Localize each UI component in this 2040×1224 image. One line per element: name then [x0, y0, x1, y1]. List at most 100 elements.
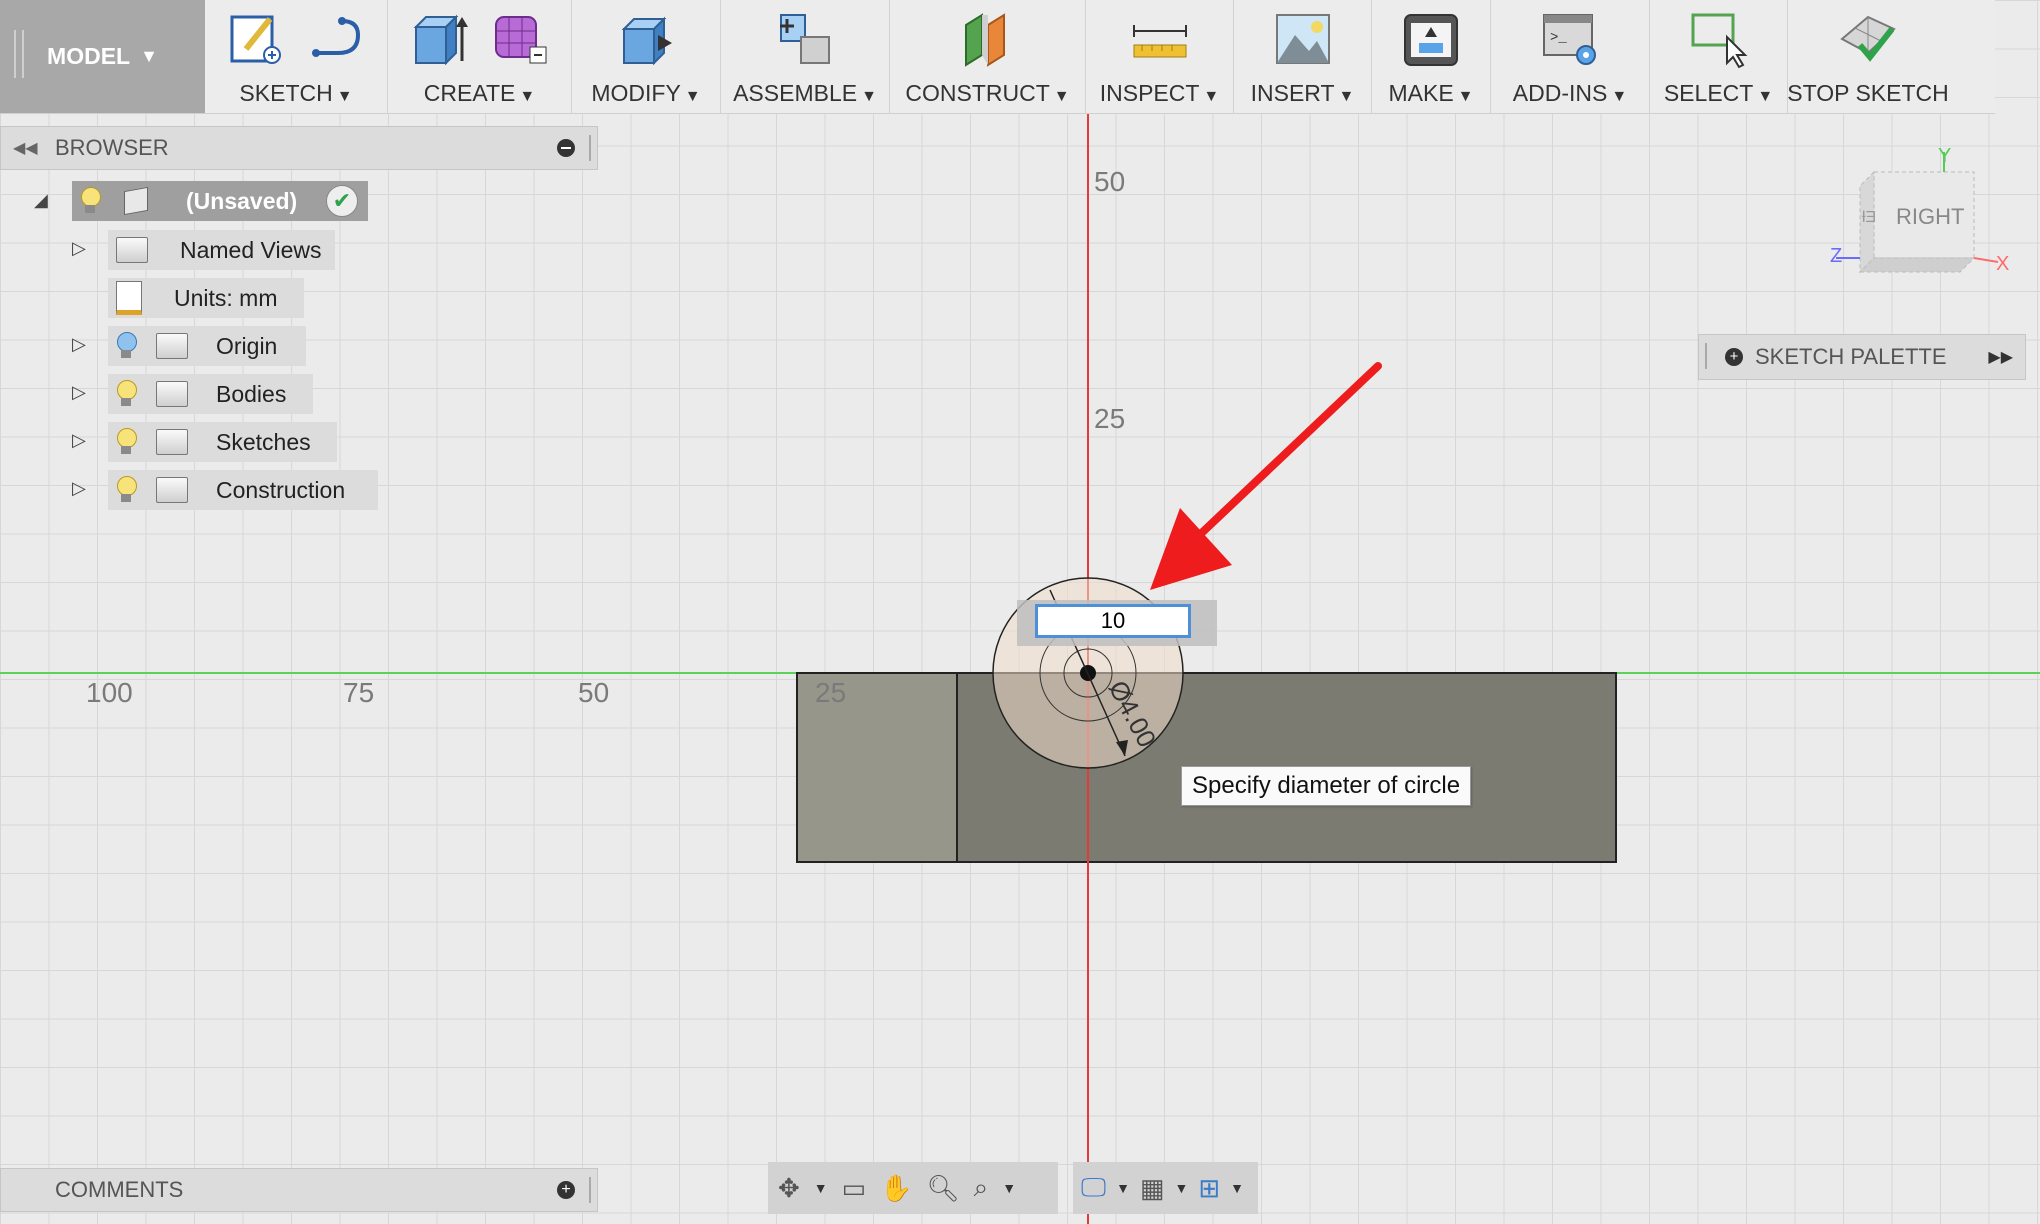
- toolbar-group-addins[interactable]: >_ ADD-INS ▼: [1491, 0, 1650, 113]
- folder-icon: [156, 381, 188, 407]
- chevron-down-icon: ▼: [519, 88, 536, 105]
- main-toolbar: MODEL ▼ SKETCH ▼ CREATE ▼ MODIFY ▼ ASSEMBLE…: [0, 0, 1995, 114]
- inspect-menu-label: INSPECT: [1099, 80, 1200, 106]
- expand-arrow-icon[interactable]: ▷: [72, 334, 86, 355]
- active-check-icon[interactable]: ✔: [326, 185, 358, 217]
- view-cube-back-label: ƚƎ: [1862, 209, 1876, 226]
- addins-menu-label: ADD-INS: [1512, 80, 1608, 106]
- folder-icon: [156, 333, 188, 359]
- axis-label-x25: 25: [815, 677, 847, 708]
- diameter-input[interactable]: [1035, 604, 1191, 638]
- chevron-down-icon[interactable]: ▼: [1002, 1180, 1016, 1196]
- orbit-icon[interactable]: ✥: [778, 1173, 800, 1204]
- toolbar-group-construct[interactable]: CONSTRUCT ▼: [890, 0, 1086, 113]
- collapse-panel-icon[interactable]: ◀◀: [13, 138, 43, 158]
- grid-settings-icon[interactable]: ▦: [1140, 1173, 1165, 1204]
- create-sketch-icon[interactable]: [226, 9, 286, 69]
- view-cube-face-label: RIGHT: [1896, 204, 1964, 229]
- tooltip: Specify diameter of circle: [1181, 766, 1472, 806]
- tree-item-named-views[interactable]: Named Views: [108, 230, 335, 270]
- select-icon[interactable]: [1689, 9, 1749, 69]
- pan-hand-icon[interactable]: ✋: [880, 1173, 912, 1204]
- toolbar-group-sketch[interactable]: SKETCH ▼: [205, 0, 388, 113]
- toolbar-group-select[interactable]: SELECT ▼: [1650, 0, 1788, 113]
- create-menu-label: CREATE: [423, 80, 516, 106]
- view-cube-x-label: X: [1996, 253, 2009, 275]
- sketch-palette-panel[interactable]: + SKETCH PALETTE ▶▶: [1698, 334, 2026, 380]
- construct-menu-label: CONSTRUCT: [905, 80, 1050, 106]
- zoom-icon[interactable]: 🔍︎: [927, 1173, 960, 1204]
- line-tool-icon[interactable]: [306, 9, 366, 69]
- view-cube-z-label: Z: [1830, 245, 1842, 267]
- toolbar-group-stop-sketch[interactable]: STOP SKETCH: [1787, 0, 1949, 113]
- look-at-icon[interactable]: ▭: [842, 1173, 867, 1204]
- chevron-down-icon[interactable]: ▼: [1116, 1180, 1130, 1196]
- chevron-down-icon: ▼: [861, 88, 877, 105]
- toolbar-group-create[interactable]: CREATE ▼: [388, 0, 572, 113]
- axis-label-y50: 50: [1094, 166, 1126, 197]
- 3d-print-icon[interactable]: [1401, 9, 1461, 69]
- chevron-down-icon: ▼: [1053, 88, 1070, 105]
- axis-label-x50: 50: [578, 677, 610, 708]
- toolbar-group-make[interactable]: MAKE ▼: [1372, 0, 1491, 113]
- visibility-bulb-icon[interactable]: [116, 476, 138, 504]
- visibility-bulb-icon[interactable]: [80, 187, 102, 215]
- form-icon[interactable]: [490, 9, 550, 69]
- chevron-down-icon[interactable]: ▼: [814, 1180, 828, 1196]
- expand-right-icon[interactable]: ▶▶: [1988, 347, 2013, 367]
- offset-plane-icon[interactable]: [958, 9, 1018, 69]
- panel-grip[interactable]: [589, 135, 591, 161]
- toolbar-group-modify[interactable]: MODIFY ▼: [572, 0, 721, 113]
- chevron-down-icon: ▼: [1757, 88, 1774, 105]
- extrude-icon[interactable]: [410, 9, 470, 69]
- minimize-panel-icon[interactable]: [557, 139, 575, 157]
- toolbar-group-assemble[interactable]: ASSEMBLE ▼: [721, 0, 890, 113]
- units-document-icon: [116, 281, 142, 315]
- add-comment-icon[interactable]: +: [557, 1181, 575, 1199]
- new-component-icon[interactable]: [775, 9, 835, 69]
- insert-image-icon[interactable]: [1273, 9, 1333, 69]
- panel-grip[interactable]: [1705, 343, 1707, 369]
- comments-title: COMMENTS: [55, 1177, 184, 1202]
- stop-sketch-icon[interactable]: [1838, 9, 1898, 69]
- folder-icon: [156, 429, 188, 455]
- expand-arrow-icon[interactable]: ▷: [72, 430, 86, 451]
- panel-grip[interactable]: [589, 1177, 591, 1203]
- annotation-arrow-shaft: [1186, 362, 1382, 548]
- select-menu-label: SELECT: [1663, 80, 1754, 106]
- axis-label-x75: 75: [343, 677, 375, 708]
- visibility-bulb-icon[interactable]: [116, 332, 138, 360]
- tree-item-origin[interactable]: Origin: [108, 326, 306, 366]
- browser-panel-header[interactable]: ◀◀ BROWSER: [0, 126, 598, 170]
- toolbar-group-inspect[interactable]: INSPECT ▼: [1086, 0, 1234, 113]
- axis-label-y25: 25: [1094, 403, 1126, 434]
- modify-menu-label: MODIFY: [591, 80, 681, 106]
- sketch-menu-label: SKETCH: [239, 80, 333, 106]
- tree-item-construction[interactable]: Construction: [108, 470, 378, 510]
- scripts-addins-icon[interactable]: >_: [1540, 9, 1600, 69]
- chevron-down-icon[interactable]: ▼: [1175, 1180, 1189, 1196]
- expand-panel-icon[interactable]: +: [1725, 348, 1743, 366]
- visibility-bulb-icon[interactable]: [116, 380, 138, 408]
- visibility-bulb-icon[interactable]: [116, 428, 138, 456]
- tree-item-label: Bodies: [216, 380, 287, 407]
- display-settings-icon[interactable]: 🖵: [1081, 1172, 1106, 1204]
- view-cube[interactable]: RIGHT ƚƎ Z Y X: [1830, 148, 2010, 288]
- toolbar-group-insert[interactable]: INSERT ▼: [1234, 0, 1372, 113]
- tree-item-units[interactable]: Units: mm: [108, 278, 304, 318]
- tree-item-bodies[interactable]: Bodies: [108, 374, 313, 414]
- expand-arrow-icon[interactable]: ▷: [72, 478, 86, 499]
- chevron-down-icon: ▼: [1611, 88, 1628, 105]
- viewports-icon[interactable]: ⊞: [1198, 1173, 1220, 1204]
- chevron-down-icon[interactable]: ▼: [1230, 1180, 1244, 1196]
- expand-arrow-icon[interactable]: ▷: [72, 382, 86, 403]
- press-pull-icon[interactable]: [616, 9, 676, 69]
- tree-item-sketches[interactable]: Sketches: [108, 422, 337, 462]
- measure-icon[interactable]: [1130, 9, 1190, 69]
- expand-arrow-icon[interactable]: ▷: [72, 238, 86, 259]
- comments-panel-header[interactable]: COMMENTS +: [0, 1168, 598, 1212]
- tree-root-unsaved[interactable]: (Unsaved) ✔: [72, 181, 368, 221]
- fit-zoom-icon[interactable]: ⌕: [974, 1172, 989, 1204]
- tree-collapse-icon[interactable]: ◢: [34, 190, 48, 211]
- workspace-switcher-button[interactable]: MODEL ▼: [0, 0, 205, 113]
